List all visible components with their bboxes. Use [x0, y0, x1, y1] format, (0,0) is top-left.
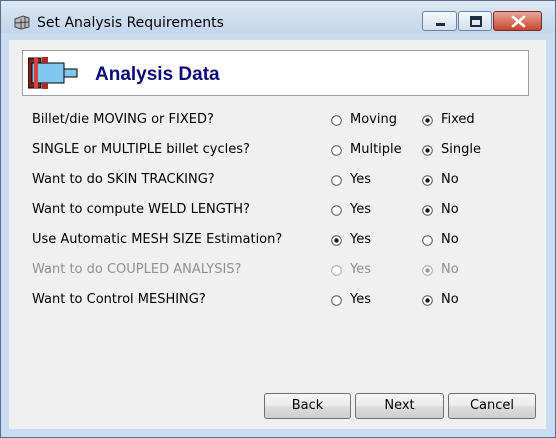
question-label: SINGLE or MULTIPLE billet cycles?: [32, 142, 250, 157]
radio-checked-icon[interactable]: [331, 235, 342, 246]
question-label: Use Automatic MESH SIZE Estimation?: [32, 232, 283, 247]
question-row: Want to compute WELD LENGTH? Yes No: [9, 199, 546, 221]
radio-option-label: No: [441, 232, 459, 247]
question-label: Want to do SKIN TRACKING?: [32, 172, 215, 187]
back-button[interactable]: Back: [264, 393, 351, 419]
radio-checked-icon[interactable]: [422, 205, 433, 216]
radio-checked-icon: [422, 265, 433, 276]
radio-checked-icon[interactable]: [422, 115, 433, 126]
radio-option-label: Yes: [350, 232, 371, 247]
maximize-icon: [470, 16, 482, 27]
radio-option-label: No: [441, 292, 459, 307]
radio-option-label: No: [441, 202, 459, 217]
radio-unchecked-icon: [331, 265, 342, 276]
question-label: Want to do COUPLED ANALYSIS?: [32, 262, 242, 277]
radio-unchecked-icon[interactable]: [331, 295, 342, 306]
radio-unchecked-icon[interactable]: [331, 115, 342, 126]
question-label: Want to Control MESHING?: [32, 292, 206, 307]
radio-unchecked-icon[interactable]: [331, 205, 342, 216]
radio-checked-icon[interactable]: [422, 295, 433, 306]
radio-option-label: No: [441, 262, 459, 277]
radio-option-label: Yes: [350, 202, 371, 217]
radio-checked-icon[interactable]: [422, 175, 433, 186]
radio-option-label: Yes: [350, 292, 371, 307]
close-icon: [511, 15, 526, 28]
close-button[interactable]: [493, 11, 542, 31]
extrusion-die-icon: [28, 57, 78, 89]
question-label: Billet/die MOVING or FIXED?: [32, 112, 214, 127]
minimize-button[interactable]: [422, 11, 457, 31]
radio-option-label: Fixed: [441, 112, 475, 127]
page-title: Analysis Data: [95, 64, 220, 85]
question-row: SINGLE or MULTIPLE billet cycles? Multipl…: [9, 139, 546, 161]
title-bar[interactable]: Set Analysis Requirements: [1, 1, 555, 33]
radio-option-label: No: [441, 172, 459, 187]
window-title: Set Analysis Requirements: [37, 15, 224, 31]
dialog-body: Analysis Data Billet/die MOVING or FIXED…: [9, 40, 546, 429]
radio-unchecked-icon[interactable]: [331, 145, 342, 156]
radio-checked-icon[interactable]: [422, 145, 433, 156]
radio-option-label: Multiple: [350, 142, 402, 157]
radio-unchecked-icon[interactable]: [331, 175, 342, 186]
dialog-window: Set Analysis Requirements Analysis Data …: [0, 0, 556, 438]
question-label: Want to compute WELD LENGTH?: [32, 202, 250, 217]
question-row: Want to do SKIN TRACKING? Yes No: [9, 169, 546, 191]
question-row: Want to do COUPLED ANALYSIS? Yes No: [9, 259, 546, 281]
question-row: Use Automatic MESH SIZE Estimation? Yes No: [9, 229, 546, 251]
maximize-button[interactable]: [458, 11, 492, 31]
minimize-icon: [436, 23, 445, 26]
radio-option-label: Moving: [350, 112, 397, 127]
cancel-button[interactable]: Cancel: [448, 393, 536, 419]
question-row: Billet/die MOVING or FIXED? Moving Fixed: [9, 109, 546, 131]
next-button[interactable]: Next: [355, 393, 444, 419]
radio-option-label: Yes: [350, 262, 371, 277]
question-row: Want to Control MESHING? Yes No: [9, 289, 546, 311]
radio-option-label: Yes: [350, 172, 371, 187]
app-grid-icon: [14, 15, 30, 30]
radio-option-label: Single: [441, 142, 481, 157]
radio-unchecked-icon[interactable]: [422, 235, 433, 246]
header-banner: Analysis Data: [22, 50, 529, 96]
